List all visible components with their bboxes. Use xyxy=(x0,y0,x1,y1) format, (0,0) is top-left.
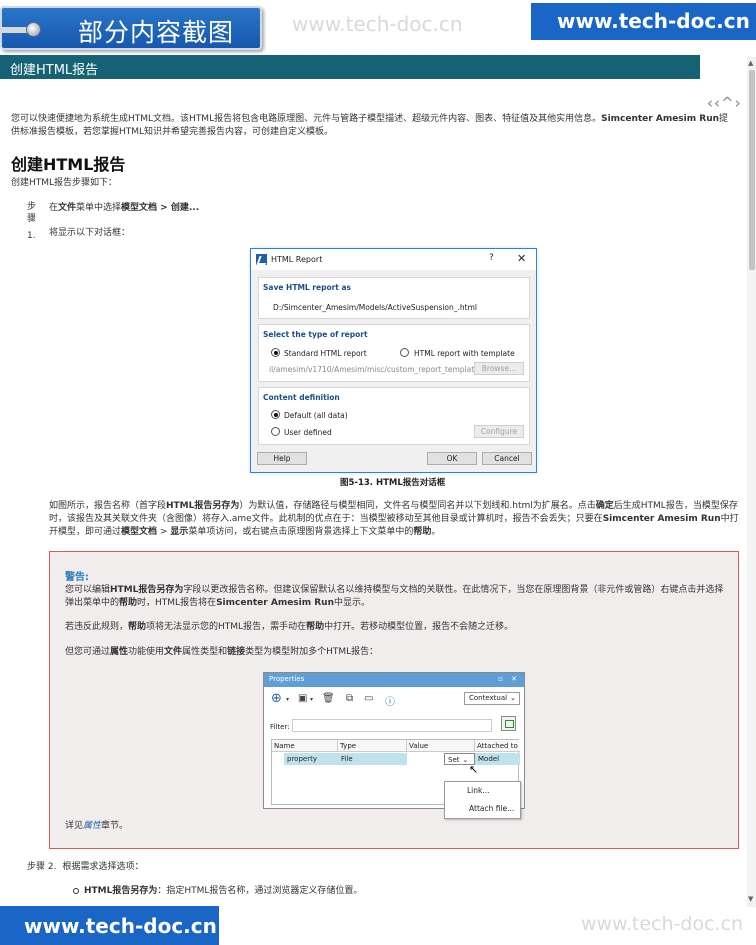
step2-line: 步骤 2. 根据需求选择选项： xyxy=(27,861,143,874)
col-header-name[interactable]: Name xyxy=(272,740,338,752)
cell-property-name[interactable]: property xyxy=(284,753,338,765)
configure-button[interactable]: Configure xyxy=(474,425,524,438)
step1-result: 将显示以下对话框： xyxy=(49,228,131,238)
banner-title: 部分内容截图 xyxy=(78,18,235,47)
html-report-dialog: HTML Report ? ✕ Save HTML report as D:/S… xyxy=(250,248,537,473)
radio-user-label: User defined xyxy=(284,428,332,437)
figure-caption: 图5-13. HTML报告对话框 xyxy=(340,478,446,488)
report-type-heading: Select the type of report xyxy=(263,330,368,339)
save-as-heading: Save HTML report as xyxy=(263,283,352,292)
radio-default-label: Default (all data) xyxy=(284,411,348,420)
warning-see-also: 详见属性章节。 xyxy=(65,821,129,831)
cancel-button[interactable]: Cancel xyxy=(482,452,532,465)
close-icon[interactable]: ✕ xyxy=(517,252,526,265)
filter-label: Filter: xyxy=(270,723,290,731)
value-popup-menu: Link... Attach file... xyxy=(444,781,521,819)
warning-box: 警告: 您可以编辑HTML报告另存为字段以更改报告名称。但建议保留默认名以维持模… xyxy=(49,551,739,849)
warning-paragraph-1: 您可以编辑HTML报告另存为字段以更改报告名称。但建议保留默认名以维持模型与文档… xyxy=(65,585,724,608)
bullet-circle-icon xyxy=(73,888,79,894)
scroll-down-icon[interactable]: ▼ xyxy=(748,895,753,903)
radio-standard-label: Standard HTML report xyxy=(284,349,367,358)
radio-standard-report[interactable] xyxy=(271,348,280,357)
report-description-paragraph: 如图所示，报告名称（首字段HTML报告另存为）为默认值，存储路径与模型相同，文件… xyxy=(49,501,739,537)
step2-text: 根据需求选择选项： xyxy=(62,862,144,872)
bottom-watermark: www.tech-doc.cn xyxy=(581,913,744,935)
step1-number: 1. xyxy=(27,231,36,241)
properties-title: Properties xyxy=(269,675,305,683)
top-watermark: www.tech-doc.cn xyxy=(292,12,463,36)
radio-user-defined[interactable] xyxy=(271,427,280,436)
properties-titlebar: Properties ▫ ✕ xyxy=(264,673,524,687)
col-header-type[interactable]: Type xyxy=(338,740,407,752)
section-heading: 创建HTML报告 xyxy=(11,155,126,174)
col-header-attached[interactable]: Attached to xyxy=(475,740,520,752)
delete-icon[interactable]: 🗑 xyxy=(322,693,335,704)
bottom-left-banner: www.tech-doc.cn xyxy=(0,906,219,945)
help-icon[interactable]: ? xyxy=(489,253,494,263)
copy-icon[interactable]: ⧉ xyxy=(346,693,353,704)
dialog-titlebar: HTML Report ? ✕ xyxy=(251,249,536,270)
dialog-title: HTML Report xyxy=(271,255,323,264)
report-type-group: Select the type of report Standard HTML … xyxy=(258,324,530,382)
step2-bullet-item: HTML报告另存为：指定HTML报告名称，通过浏览器定义存储位置。 xyxy=(84,886,363,896)
add-property-icon[interactable]: ⊕ xyxy=(271,691,282,706)
context-select[interactable]: Contextual ⌄ xyxy=(464,692,520,705)
radio-template-report[interactable] xyxy=(400,348,409,357)
menu-item-link[interactable]: Link... xyxy=(467,786,490,795)
step1-instruction: 在文件菜单中选择模型文档 > 创建... xyxy=(49,203,200,213)
properties-panel: Properties ▫ ✕ ⊕ ▾ ▣ ▾ 🗑 ⧉ ▭ ⓘ Contextua… xyxy=(263,672,525,819)
intro-paragraph: 您可以快速便捷地为系统生成HTML文档。该HTML报告将包含电路原理图、元件与管… xyxy=(11,114,729,137)
top-banner: 部分内容截图 xyxy=(0,6,262,50)
content-definition-group: Content definition Default (all data) Us… xyxy=(258,387,530,445)
save-icon[interactable]: ▣ xyxy=(298,693,307,704)
content-definition-heading: Content definition xyxy=(263,393,340,402)
amesim-app-icon xyxy=(256,254,267,265)
template-path-field[interactable]: il/amesim/v1710/Amesim/misc/custom_repor… xyxy=(269,365,498,374)
menu-item-attach-file[interactable]: Attach file... xyxy=(469,804,514,813)
page-header: 创建HTML报告 xyxy=(0,55,700,79)
warning-paragraph-2: 若违反此规则，帮助项将无法显示您的HTML报告，需手动在帮助中打开。若移动模型位… xyxy=(65,622,514,632)
browse-button[interactable]: Browse... xyxy=(474,362,524,375)
cell-property-type[interactable]: File xyxy=(338,753,407,765)
save-path-field[interactable]: D:/Simcenter_Amesim/Models/ActiveSuspens… xyxy=(273,303,477,312)
step2-label: 步骤 2. xyxy=(27,862,57,872)
filter-apply-icon[interactable] xyxy=(501,716,516,731)
mouse-cursor-icon: ↖ xyxy=(469,763,479,776)
cell-attached-to[interactable]: Model xyxy=(475,753,520,765)
top-right-banner: www.tech-doc.cn xyxy=(531,3,756,40)
save-dropdown-chevron-icon[interactable]: ▾ xyxy=(310,696,313,703)
radio-template-label: HTML report with template xyxy=(414,349,515,358)
panel-float-close-icon[interactable]: ▫ ✕ xyxy=(498,675,520,683)
warning-title: 警告: xyxy=(65,572,89,583)
nav-arrows-icon[interactable]: ‹‹^› xyxy=(707,94,742,112)
scroll-up-icon[interactable]: ▲ xyxy=(748,59,753,67)
step1-label: 步骤 xyxy=(27,202,37,224)
help-button[interactable]: Help xyxy=(257,452,307,465)
steps-intro: 创建HTML报告步骤如下： xyxy=(11,178,118,188)
folder-icon[interactable]: ▭ xyxy=(364,693,373,704)
properties-link[interactable]: 属性 xyxy=(83,821,101,831)
add-dropdown-chevron-icon[interactable]: ▾ xyxy=(286,696,289,703)
filter-input[interactable] xyxy=(292,719,492,732)
context-chevron-icon: ⌄ xyxy=(510,694,516,702)
radio-default-data[interactable] xyxy=(271,410,280,419)
scroll-thumb[interactable] xyxy=(749,70,755,270)
ok-button[interactable]: OK xyxy=(427,452,477,465)
col-header-value[interactable]: Value xyxy=(407,740,475,752)
warning-paragraph-3: 但您可通过属性功能使用文件属性类型和链接类型为模型附加多个HTML报告： xyxy=(65,647,379,657)
help-circle-icon[interactable]: ⓘ xyxy=(385,693,395,708)
banner-knob-icon xyxy=(26,22,41,37)
value-chevron-icon: ⌄ xyxy=(462,756,469,764)
save-as-group: Save HTML report as D:/Simcenter_Amesim/… xyxy=(258,277,530,319)
